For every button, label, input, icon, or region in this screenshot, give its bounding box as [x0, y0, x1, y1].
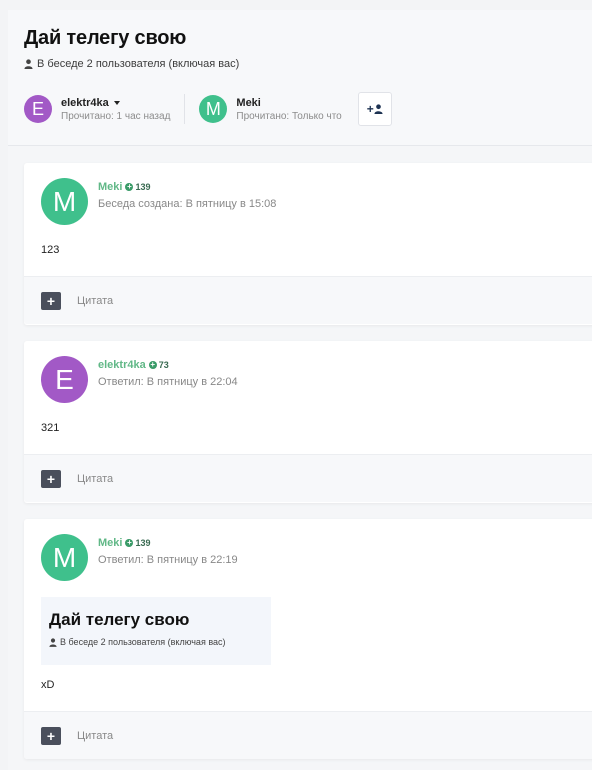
conversation-header: Дай телегу свою В беседе 2 пользователя …	[8, 10, 592, 146]
participants-list: E elektr4ka Прочитано: 1 час назад M Mek…	[24, 92, 392, 126]
message-meta: Ответил: В пятницу в 22:04	[98, 376, 238, 388]
reputation-icon: +	[125, 538, 134, 547]
user-icon	[49, 637, 57, 647]
reputation-value: 139	[135, 538, 151, 548]
avatar[interactable]: M	[41, 534, 88, 581]
participant-name[interactable]: Meki	[236, 97, 341, 109]
multiquote-button[interactable]: +	[41, 292, 61, 310]
quote-button[interactable]: Цитата	[77, 473, 113, 485]
message-footer: + Цитата	[24, 711, 592, 759]
message-author: Meki + 139	[98, 537, 151, 549]
message: M Meki + 139 Беседа создана: В пятницу в…	[24, 163, 592, 325]
embed-subtitle-text: В беседе 2 пользователя (включая вас)	[60, 637, 226, 647]
participant-name-text[interactable]: elektr4ka	[61, 97, 109, 109]
page-title: Дай телегу свою	[24, 27, 187, 49]
invite-user-button[interactable]: +	[357, 92, 392, 126]
author-name[interactable]: Meki	[98, 537, 122, 549]
message-author: elektr4ka + 73	[98, 359, 169, 371]
author-name[interactable]: Meki	[98, 181, 122, 193]
read-status: Прочитано: Только что	[236, 110, 342, 122]
avatar[interactable]: E	[24, 95, 52, 123]
message-author: Meki + 139	[98, 181, 151, 193]
reputation-value: 73	[158, 360, 169, 370]
read-status: Прочитано: 1 час назад	[61, 110, 171, 122]
message-meta: Ответил: В пятницу в 22:19	[98, 554, 238, 566]
reputation-value: 139	[135, 182, 151, 192]
avatar[interactable]: E	[41, 356, 88, 403]
reputation-icon: +	[148, 360, 157, 369]
reputation-badge: + 73	[148, 360, 169, 370]
message-meta: Беседа создана: В пятницу в 15:08	[98, 198, 277, 210]
reputation-icon: +	[125, 182, 134, 191]
author-name[interactable]: elektr4ka	[98, 359, 146, 371]
participant-meki[interactable]: M Meki Прочитано: Только что	[199, 94, 355, 124]
message-body: 321	[41, 422, 60, 434]
multiquote-button[interactable]: +	[41, 727, 61, 745]
conversation-page: Дай телегу свою В беседе 2 пользователя …	[8, 10, 592, 770]
reputation-badge: + 139	[125, 182, 151, 192]
embed-title[interactable]: Дай телегу свою	[49, 610, 189, 630]
message-footer: + Цитата	[24, 276, 592, 324]
plus-icon: +	[366, 102, 374, 116]
participant-name[interactable]: elektr4ka	[61, 97, 170, 109]
message-body: xD	[41, 679, 55, 691]
avatar[interactable]: M	[41, 178, 88, 225]
message: E elektr4ka + 73 Ответил: В пятницу в 22…	[24, 341, 592, 503]
participant-elektr4ka[interactable]: E elektr4ka Прочитано: 1 час назад	[24, 94, 186, 124]
multiquote-button[interactable]: +	[41, 470, 61, 488]
chevron-down-icon[interactable]	[113, 100, 120, 105]
participants-count-text: В беседе 2 пользователя (включая вас)	[37, 58, 240, 70]
participants-count: В беседе 2 пользователя (включая вас)	[24, 58, 239, 70]
avatar[interactable]: M	[199, 95, 228, 123]
user-icon	[24, 59, 33, 69]
embedded-conversation[interactable]: Дай телегу свою В беседе 2 пользователя …	[41, 597, 271, 665]
quote-button[interactable]: Цитата	[77, 295, 113, 307]
message-footer: + Цитата	[24, 454, 592, 502]
message: M Meki + 139 Ответил: В пятницу в 22:19 …	[24, 519, 592, 759]
embed-subtitle: В беседе 2 пользователя (включая вас)	[49, 637, 226, 647]
reputation-badge: + 139	[125, 538, 151, 548]
user-icon	[374, 104, 383, 114]
quote-button[interactable]: Цитата	[77, 730, 113, 742]
message-body: 123	[41, 244, 60, 256]
